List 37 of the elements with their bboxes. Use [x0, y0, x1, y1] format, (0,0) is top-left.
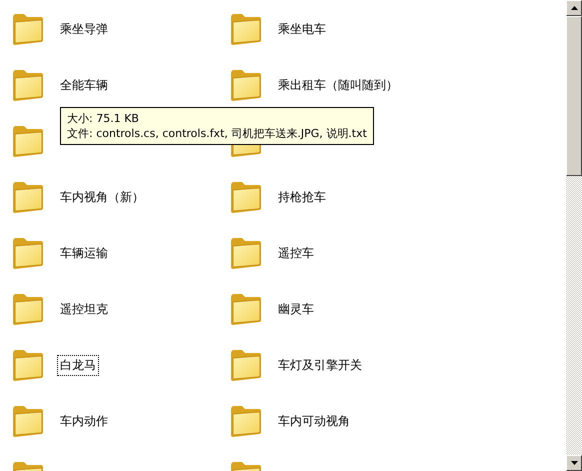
folder-icon[interactable] [229, 404, 263, 438]
folder-name[interactable]: 幽灵车 [275, 298, 317, 320]
folder-name[interactable]: 乘坐导弹 [57, 18, 111, 40]
folder-icon[interactable] [229, 292, 263, 326]
folder-icon[interactable] [229, 68, 263, 102]
folder-icon[interactable] [11, 292, 45, 326]
folder-icon[interactable] [11, 12, 45, 46]
folder-name[interactable]: 车内动作 [57, 410, 111, 432]
tooltip-text: 文件: controls.cs, controls.fxt, 司机把车送来.JPG, 说明.txt [67, 126, 367, 141]
folder-icon[interactable] [11, 68, 45, 102]
tooltip-text: 大小: 75.1 KB [67, 111, 139, 126]
scrollbar[interactable] [566, 0, 582, 471]
folder-icon[interactable] [11, 180, 45, 214]
folder-icon[interactable] [229, 12, 263, 46]
folder-name[interactable]: 乘出租车（随叫随到） [275, 74, 401, 96]
folder-name[interactable]: 遥控坦克 [57, 298, 111, 320]
up-arrow-icon [570, 6, 578, 10]
folder-icon[interactable] [11, 236, 45, 270]
down-arrow-icon [570, 461, 578, 465]
folder-name[interactable]: 遥控车 [275, 242, 317, 264]
scroll-up-button[interactable] [566, 0, 582, 16]
folder-name[interactable]: 白龙马 [57, 354, 99, 376]
folder-icon[interactable] [229, 348, 263, 382]
folder-name[interactable]: 乘坐电车 [275, 18, 329, 40]
folder-icon[interactable] [229, 236, 263, 270]
folder-name[interactable]: 全能车辆 [57, 74, 111, 96]
folder-name[interactable]: 车辆运输 [57, 242, 111, 264]
folder-icon[interactable] [11, 124, 45, 158]
scroll-down-button[interactable] [566, 455, 582, 471]
folder-icon[interactable] [11, 404, 45, 438]
folder-name[interactable]: 持枪抢车 [275, 186, 329, 208]
folder-name[interactable]: 车内可动视角 [275, 410, 353, 432]
scroll-thumb[interactable] [566, 16, 582, 176]
folder-name[interactable]: 车内视角（新） [57, 186, 147, 208]
folder-icon[interactable] [229, 180, 263, 214]
folder-name[interactable]: 车灯及引擎开关 [275, 354, 365, 376]
folder-icon[interactable] [11, 348, 45, 382]
